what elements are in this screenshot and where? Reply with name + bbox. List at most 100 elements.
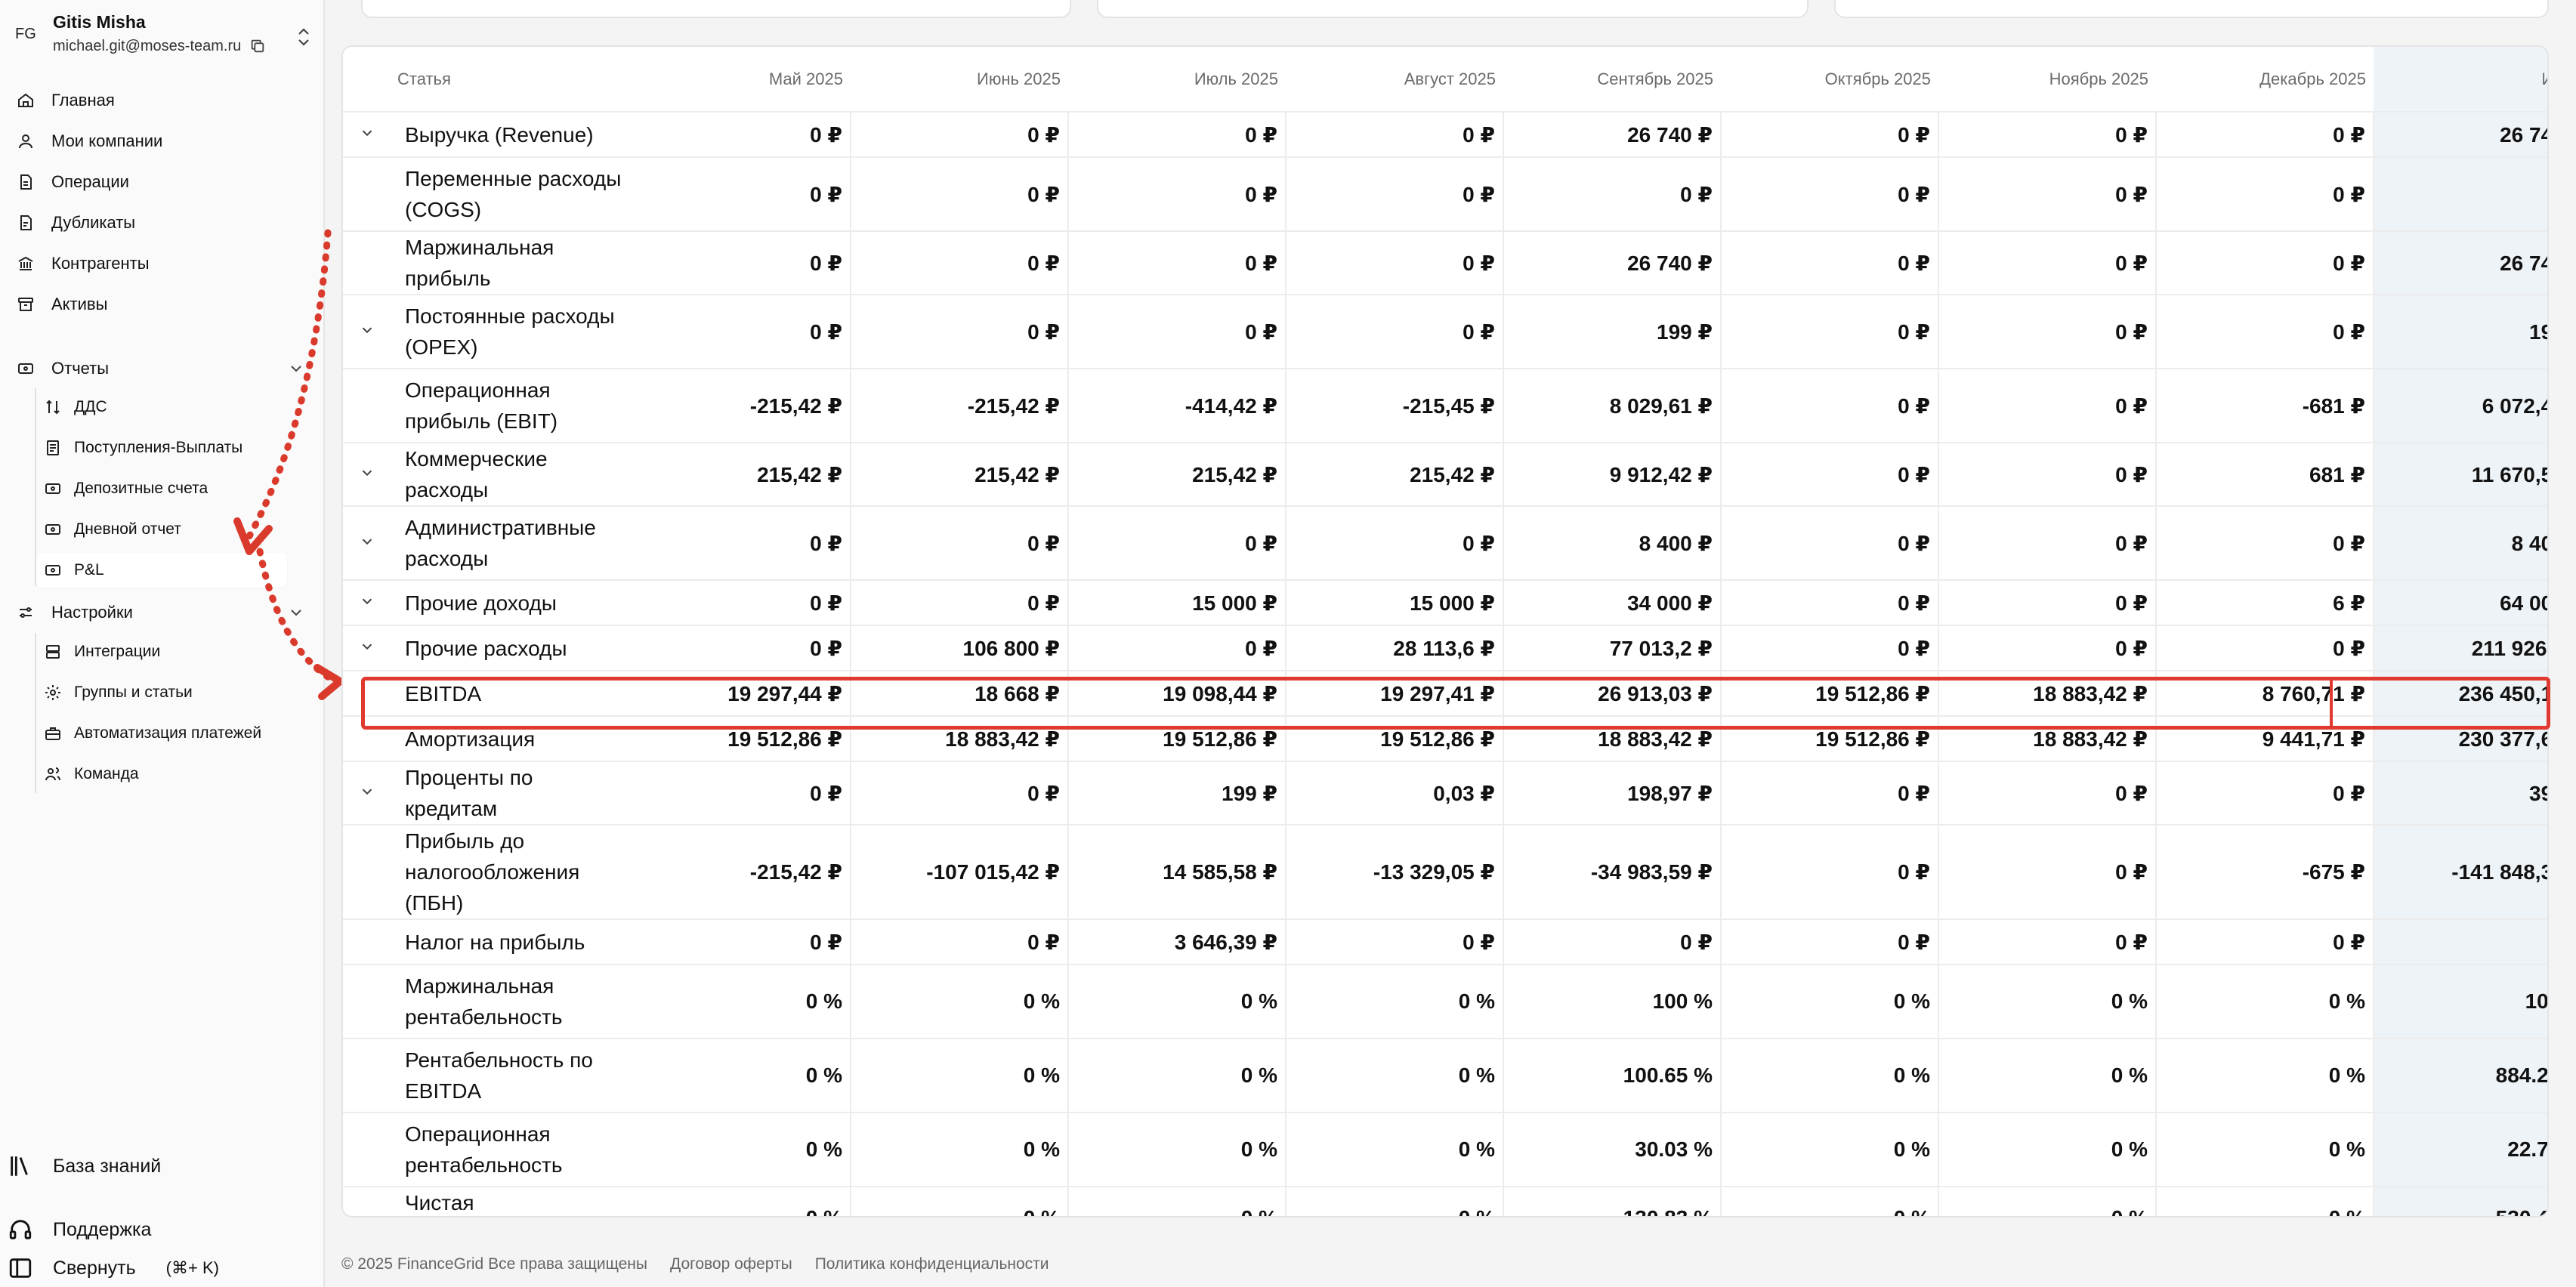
expand-cell[interactable]	[343, 443, 391, 507]
value-cell: 0 ₽	[1067, 112, 1286, 158]
chevron-down-icon[interactable]	[359, 593, 375, 610]
collapse-sidebar-button[interactable]: Свернуть (⌘+ K)	[8, 1249, 310, 1287]
footer-offer-link[interactable]: Договор оферты	[670, 1255, 792, 1273]
highlight-total-divider	[2330, 677, 2333, 730]
sidebar-nav-label: Мои компании	[51, 131, 163, 150]
value-cell: 0 ₽	[2155, 112, 2374, 158]
value-cell: 15 000 ₽	[1285, 580, 1503, 626]
column-header-month[interactable]: Ноябрь 2025	[1938, 47, 2156, 113]
value-cell: 0 ₽	[1720, 825, 1938, 920]
value-cell: -681 ₽	[2155, 369, 2374, 443]
footer-privacy-link[interactable]: Политика конфиденциальности	[815, 1255, 1049, 1273]
table-row[interactable]: Прочие расходы 0 ₽106 800 ₽0 ₽28 113,6 ₽7…	[343, 625, 2547, 671]
column-header-article[interactable]: Статья	[391, 47, 633, 113]
value-cell: 0 ₽	[633, 112, 851, 158]
users-icon	[44, 765, 62, 783]
server-icon	[44, 643, 62, 661]
column-header-month[interactable]: Сентябрь 2025	[1503, 47, 1721, 113]
sidebar-nav-item[interactable]: Мои компании	[11, 124, 290, 159]
value-cell: 9 441,71 ₽	[2155, 716, 2374, 762]
value-cell: 100 %	[1503, 964, 1721, 1039]
file-icon	[17, 173, 35, 191]
expand-cell[interactable]	[343, 580, 391, 626]
value-cell: 0 ₽	[1720, 157, 1938, 232]
table-row[interactable]: Прочие доходы 0 ₽0 ₽15 000 ₽15 000 ₽34 00…	[343, 580, 2547, 626]
sidebar-nav-item[interactable]: Операции	[11, 165, 290, 199]
value-cell: 0 ₽	[2155, 295, 2374, 369]
settings-item-label: Группы и статьи	[74, 684, 193, 701]
expand-cell[interactable]	[343, 506, 391, 581]
row-label: Маржинальная рентабельность	[391, 964, 633, 1039]
value-cell: 0 %	[1067, 964, 1286, 1039]
table-row[interactable]: Проценты по кредитам 0 ₽0 ₽199 ₽0,03 ₽198…	[343, 761, 2547, 826]
value-cell: 0 %	[633, 1113, 851, 1187]
value-cell: 0 %	[633, 1187, 851, 1216]
chevron-down-icon[interactable]	[359, 464, 375, 481]
table-row[interactable]: Административные расходы 0 ₽0 ₽0 ₽0 ₽8 40…	[343, 506, 2547, 581]
chevron-down-icon[interactable]	[359, 783, 375, 800]
bank-icon	[17, 255, 35, 273]
value-cell: 19 297,44 ₽	[633, 671, 851, 717]
archive-icon	[17, 295, 35, 313]
expand-cell	[343, 1113, 391, 1187]
column-header-month[interactable]: Август 2025	[1286, 47, 1503, 113]
column-header-month[interactable]: Декабрь 2025	[2156, 47, 2374, 113]
expand-cell[interactable]	[343, 625, 391, 671]
reports-item-label: Депозитные счета	[74, 480, 208, 497]
value-cell: 19 512,86 ₽	[1720, 716, 1938, 762]
value-cell: 681 ₽	[2155, 443, 2374, 507]
settings-item[interactable]: Автоматизация платежей	[36, 716, 287, 751]
column-header-month[interactable]: Июль 2025	[1068, 47, 1286, 113]
total-cell: 64 006 ₽	[2373, 580, 2547, 626]
support-link[interactable]: Поддержка	[8, 1211, 310, 1248]
value-cell: 0 ₽	[1067, 506, 1286, 581]
footer-copyright: © 2025 FinanceGrid Все права защищены	[341, 1255, 647, 1273]
total-cell: 0 ₽	[2373, 919, 2547, 965]
value-cell: 0 %	[1720, 964, 1938, 1039]
column-header-total[interactable]: Итого	[2374, 47, 2547, 113]
knowledge-base-link[interactable]: База знаний	[8, 1147, 310, 1185]
value-cell: 0,03 ₽	[1285, 761, 1503, 826]
summary-card	[1834, 0, 2549, 18]
value-cell: 0 ₽	[2155, 761, 2374, 826]
table-row[interactable]: Выручка (Revenue) 0 ₽0 ₽0 ₽0 ₽26 740 ₽0 ₽…	[343, 112, 2547, 158]
expand-cell	[343, 369, 391, 443]
value-cell: 0 ₽	[850, 295, 1068, 369]
value-cell: 0 %	[1938, 964, 2156, 1039]
copy-icon[interactable]	[249, 38, 266, 54]
settings-item[interactable]: Команда	[36, 757, 287, 792]
table-row[interactable]: Коммерческие расходы 215,42 ₽215,42 ₽215,…	[343, 443, 2547, 507]
chevron-down-icon[interactable]	[359, 322, 375, 338]
column-header-month[interactable]: Май 2025	[633, 47, 851, 113]
chevron-down-icon[interactable]	[359, 638, 375, 655]
value-cell: 215,42 ₽	[1067, 443, 1286, 507]
chevron-updown-icon[interactable]	[295, 26, 313, 48]
value-cell: 0 ₽	[2155, 231, 2374, 295]
user-name: Gitis Misha	[53, 12, 146, 32]
column-header-month[interactable]: Октябрь 2025	[1721, 47, 1938, 113]
reports-item-label: P&L	[74, 561, 104, 579]
value-cell: 0 ₽	[1285, 295, 1503, 369]
value-cell: 0 ₽	[1720, 369, 1938, 443]
support-label: Поддержка	[53, 1218, 152, 1240]
value-cell: 0 ₽	[1720, 231, 1938, 295]
settings-item-label: Автоматизация платежей	[74, 724, 262, 742]
expand-cell	[343, 716, 391, 762]
sidebar-nav-item[interactable]: Главная	[11, 83, 290, 118]
user-email: michael.git@moses-team.ru	[53, 38, 242, 54]
table-row: Налог на прибыль 0 ₽0 ₽3 646,39 ₽0 ₽0 ₽0 …	[343, 919, 2547, 965]
value-cell: -675 ₽	[2155, 825, 2374, 920]
chevron-down-icon[interactable]	[359, 533, 375, 550]
chevron-down-icon[interactable]	[359, 125, 375, 141]
library-icon	[8, 1153, 33, 1179]
total-cell: 398 ₽	[2373, 761, 2547, 826]
value-cell: 34 000 ₽	[1503, 580, 1721, 626]
column-header-month[interactable]: Июнь 2025	[851, 47, 1068, 113]
expand-cell[interactable]	[343, 295, 391, 369]
table-row[interactable]: Постоянные расходы (OPEX) 0 ₽0 ₽0 ₽0 ₽199…	[343, 295, 2547, 369]
expand-cell[interactable]	[343, 112, 391, 158]
expand-cell	[343, 919, 391, 965]
expand-cell[interactable]	[343, 761, 391, 826]
user-switcher[interactable]: FG Gitis Misha michael.git@moses-team.ru	[0, 0, 325, 73]
total-cell: 8 400 ₽	[2373, 506, 2547, 581]
